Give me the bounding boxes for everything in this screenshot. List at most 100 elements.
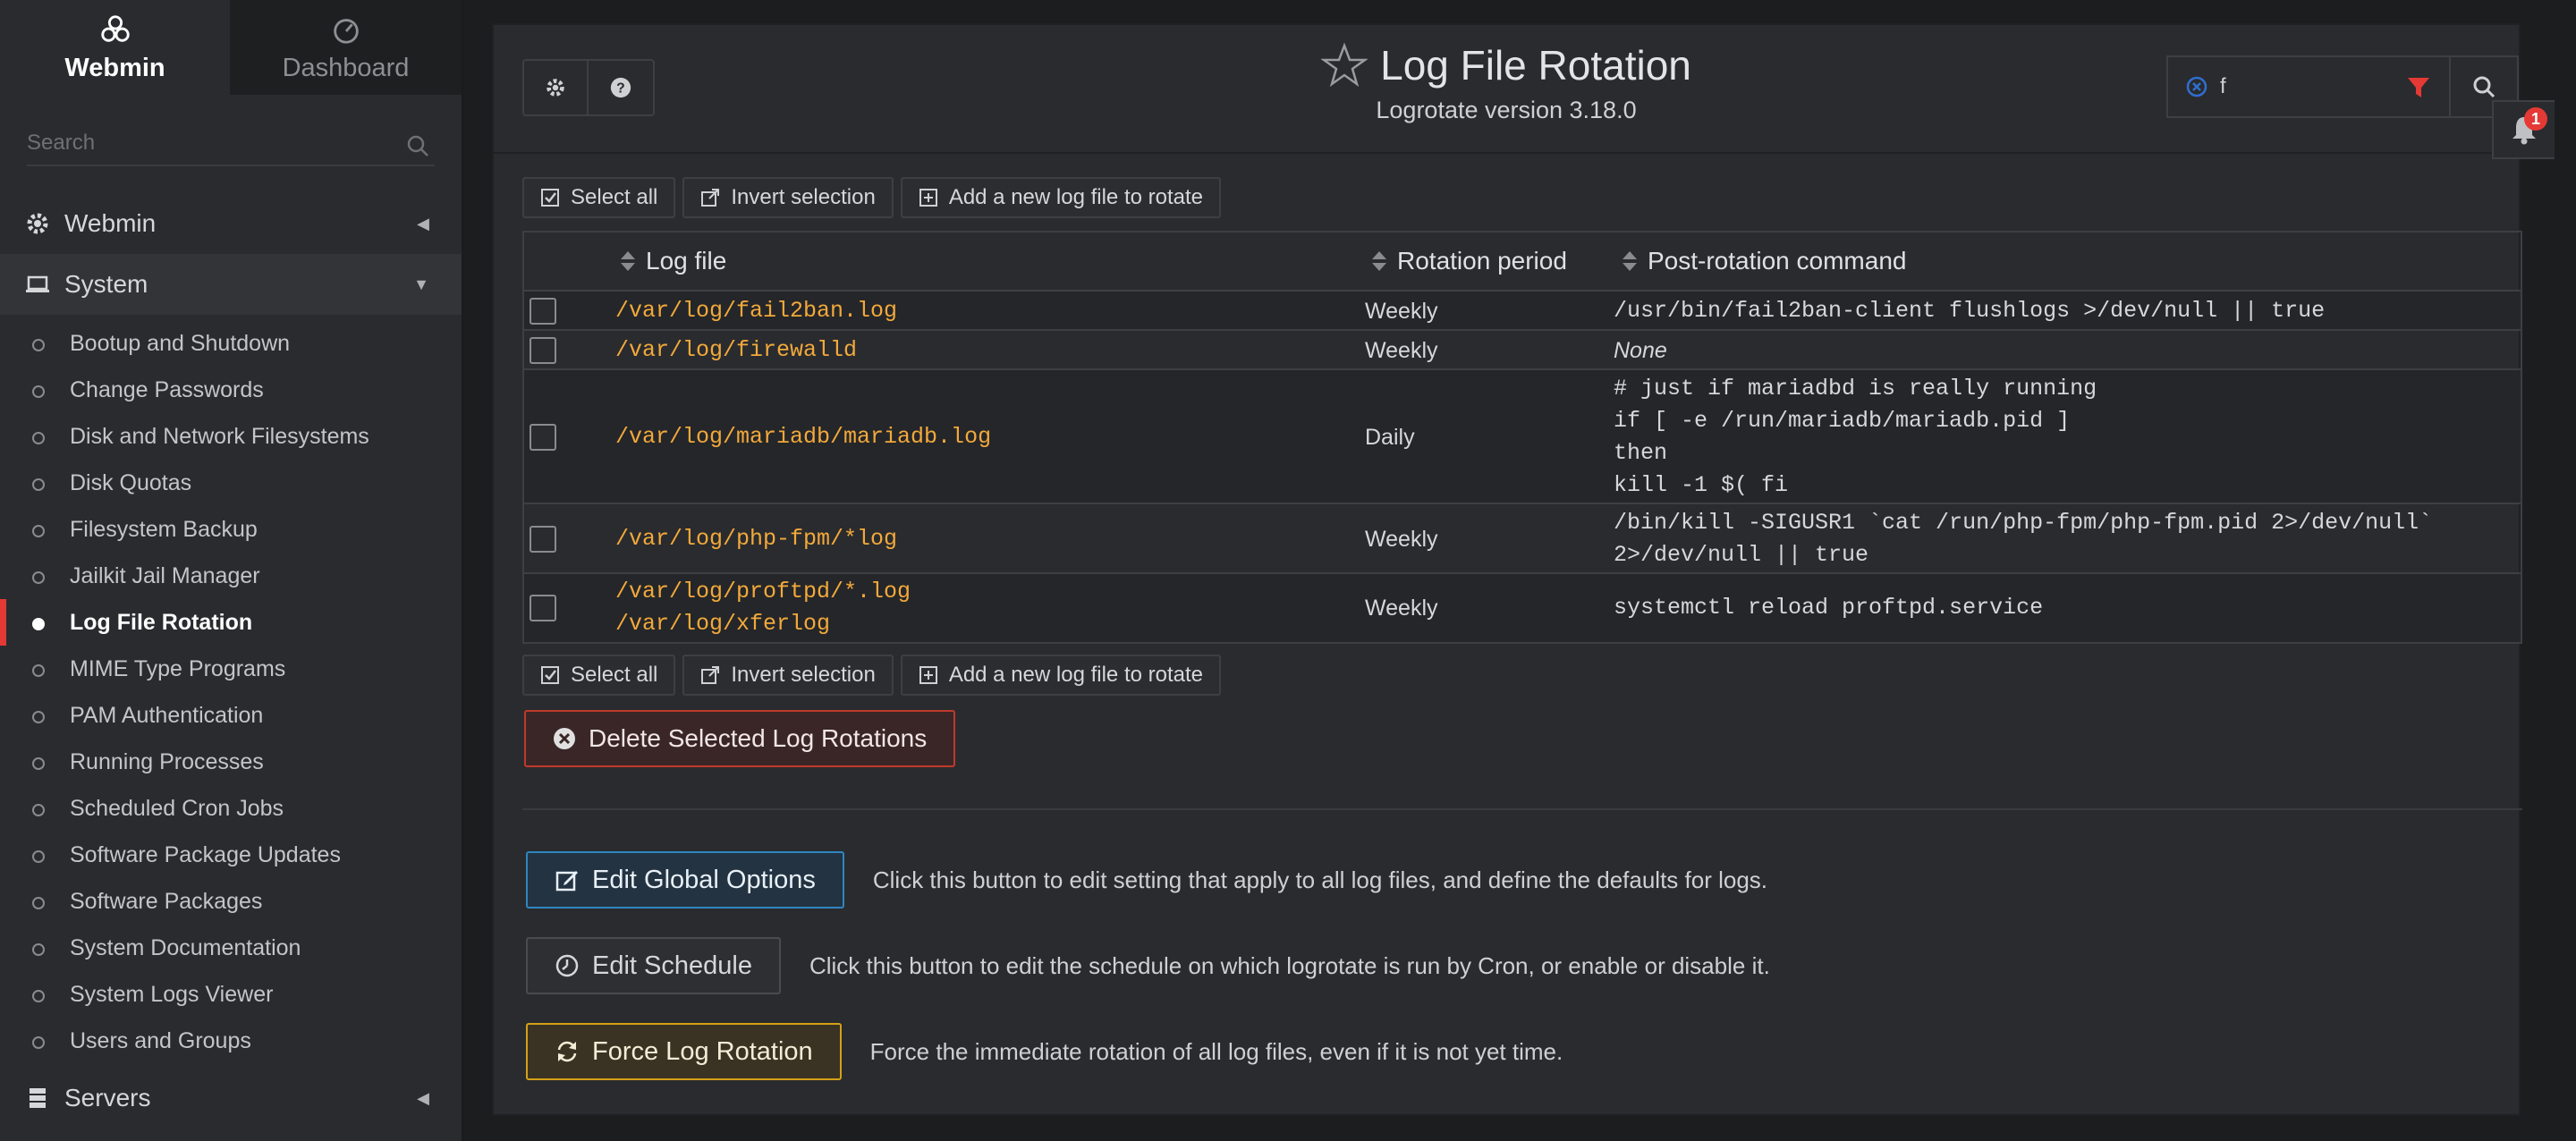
edit-schedule-label: Edit Schedule [592,951,752,980]
notification-badge: 1 [2524,107,2547,131]
column-post-rotation[interactable]: Post-rotation command [1623,247,1906,275]
delete-selected-label: Delete Selected Log Rotations [589,724,928,752]
action-schedule: Edit Schedule Click this button to edit … [526,937,1770,994]
log-rotation-table: Log file Rotation period Post-rotation c… [522,231,2522,644]
sidebar-item-pam[interactable]: PAM Authentication [0,692,462,739]
log-file-link[interactable]: /var/log/firewalld [615,334,857,367]
action-global-options: Edit Global Options Click this button to… [526,851,1767,909]
server-icon [30,1088,46,1108]
rotation-period: Weekly [1365,527,1438,552]
check-square-icon [541,666,559,684]
sidebar-item-bootup[interactable]: Bootup and Shutdown [0,320,462,367]
page-title-text: Log File Rotation [1380,42,1691,89]
log-file-link[interactable]: /var/log/mariadb/mariadb.log [615,421,991,453]
filter-input[interactable]: f [2168,57,2451,116]
category-webmin[interactable]: Webmin ◀ [0,193,462,254]
plus-square-icon [919,666,937,684]
notifications-button[interactable]: 1 [2492,100,2555,159]
search-icon [2473,76,2496,98]
row-checkbox[interactable] [530,337,556,364]
table-row[interactable]: /var/log/firewalld Weekly None [524,331,2521,370]
invert-selection-button[interactable]: Invert selection [682,177,894,218]
sidebar-item-system-documentation[interactable]: System Documentation [0,925,462,971]
row-checkbox[interactable] [530,424,556,451]
sort-icon [1623,251,1637,271]
add-log-file-button[interactable]: Add a new log file to rotate [900,177,1221,218]
sidebar-item-disk-quotas[interactable]: Disk Quotas [0,460,462,506]
clear-filter-icon[interactable] [2186,76,2207,97]
tab-webmin[interactable]: Webmin [0,0,230,95]
sidebar-item-jailkit[interactable]: Jailkit Jail Manager [0,553,462,599]
caret-left-icon: ◀ [417,214,429,232]
log-file-link[interactable]: /var/log/proftpd/*.log [615,576,911,608]
edit-global-options-label: Edit Global Options [592,865,816,894]
category-servers[interactable]: Servers ◀ [0,1068,462,1128]
sidebar-item-running-processes[interactable]: Running Processes [0,739,462,785]
row-checkbox[interactable] [530,595,556,621]
sidebar-item-change-passwords[interactable]: Change Passwords [0,367,462,413]
table-row[interactable]: /var/log/php-fpm/*log Weekly /bin/kill -… [524,504,2521,574]
select-all-button[interactable]: Select all [522,177,676,218]
star-icon[interactable] [1321,42,1368,89]
edit-schedule-button[interactable]: Edit Schedule [526,937,781,994]
row-checkbox[interactable] [530,298,556,325]
close-circle-icon [554,728,575,749]
column-rotation-period[interactable]: Rotation period [1372,247,1567,275]
column-log-file-label: Log file [646,247,727,275]
sidebar-item-cron-jobs[interactable]: Scheduled Cron Jobs [0,785,462,832]
sort-icon [621,251,635,271]
rotation-period: Weekly [1365,596,1438,621]
system-items: Bootup and Shutdown Change Passwords Dis… [0,315,462,1064]
sidebar-item-log-file-rotation[interactable]: Log File Rotation [0,599,462,646]
add-log-file-button[interactable]: Add a new log file to rotate [900,655,1221,696]
sidebar-item-package-updates[interactable]: Software Package Updates [0,832,462,878]
sidebar-search [0,95,462,193]
sidebar-search-input[interactable] [27,122,435,166]
category-system[interactable]: System ▼ [0,254,462,315]
force-log-rotation-description: Force the immediate rotation of all log … [869,1037,1563,1065]
row-checkbox[interactable] [530,526,556,553]
add-log-file-label: Add a new log file to rotate [948,663,1203,687]
sidebar-item-mime-type[interactable]: MIME Type Programs [0,646,462,692]
table-row[interactable]: /var/log/fail2ban.log Weekly /usr/bin/fa… [524,292,2521,331]
log-file-link[interactable]: /var/log/xferlog [615,608,830,640]
sidebar-item-filesystem-backup[interactable]: Filesystem Backup [0,506,462,553]
tab-dashboard[interactable]: Dashboard [230,0,462,95]
post-rotation-command: /bin/kill -SIGUSR1 `cat /run/php-fpm/php… [1614,510,2433,568]
search-icon[interactable] [406,134,429,157]
filter-box: f [2166,55,2519,118]
log-file-link[interactable]: /var/log/fail2ban.log [615,295,897,327]
post-rotation-command: systemctl reload proftpd.service [1614,595,2044,621]
sidebar-item-disk-network-fs[interactable]: Disk and Network Filesystems [0,413,462,460]
sidebar-item-system-logs-viewer[interactable]: System Logs Viewer [0,971,462,1018]
sidebar-item-users-groups[interactable]: Users and Groups [0,1018,462,1064]
force-log-rotation-label: Force Log Rotation [592,1036,813,1066]
dashboard-gauge-icon [333,18,359,44]
clock-icon [555,954,579,977]
force-log-rotation-button[interactable]: Force Log Rotation [526,1023,842,1080]
log-file-link[interactable]: /var/log/php-fpm/*log [615,523,897,555]
gear-icon [27,213,48,234]
sidebar-item-software-packages[interactable]: Software Packages [0,878,462,925]
delete-selected-button[interactable]: Delete Selected Log Rotations [524,710,956,767]
column-log-file[interactable]: Log file [621,247,726,275]
invert-selection-button[interactable]: Invert selection [682,655,894,696]
action-force-rotation: Force Log Rotation Force the immediate r… [526,1023,1563,1080]
external-square-icon [701,666,720,684]
divider [522,808,2522,810]
laptop-icon [26,275,49,292]
filter-value: f [2220,74,2226,98]
category-webmin-label: Webmin [64,209,157,237]
table-row[interactable]: /var/log/mariadb/mariadb.log Daily # jus… [524,370,2521,504]
edit-global-options-button[interactable]: Edit Global Options [526,851,844,909]
column-post-rotation-label: Post-rotation command [1648,247,1907,275]
select-all-label: Select all [571,663,658,687]
plus-square-icon [919,189,937,207]
edit-icon [555,871,578,892]
page-header: ? Log File Rotation Logrotate version 3.… [494,25,2555,159]
sort-icon [1372,251,1386,271]
select-all-button[interactable]: Select all [522,655,676,696]
funnel-icon[interactable] [2406,75,2431,100]
page-title: Log File Rotation [1321,41,1691,89]
table-row[interactable]: /var/log/proftpd/*.log /var/log/xferlog … [524,574,2521,642]
